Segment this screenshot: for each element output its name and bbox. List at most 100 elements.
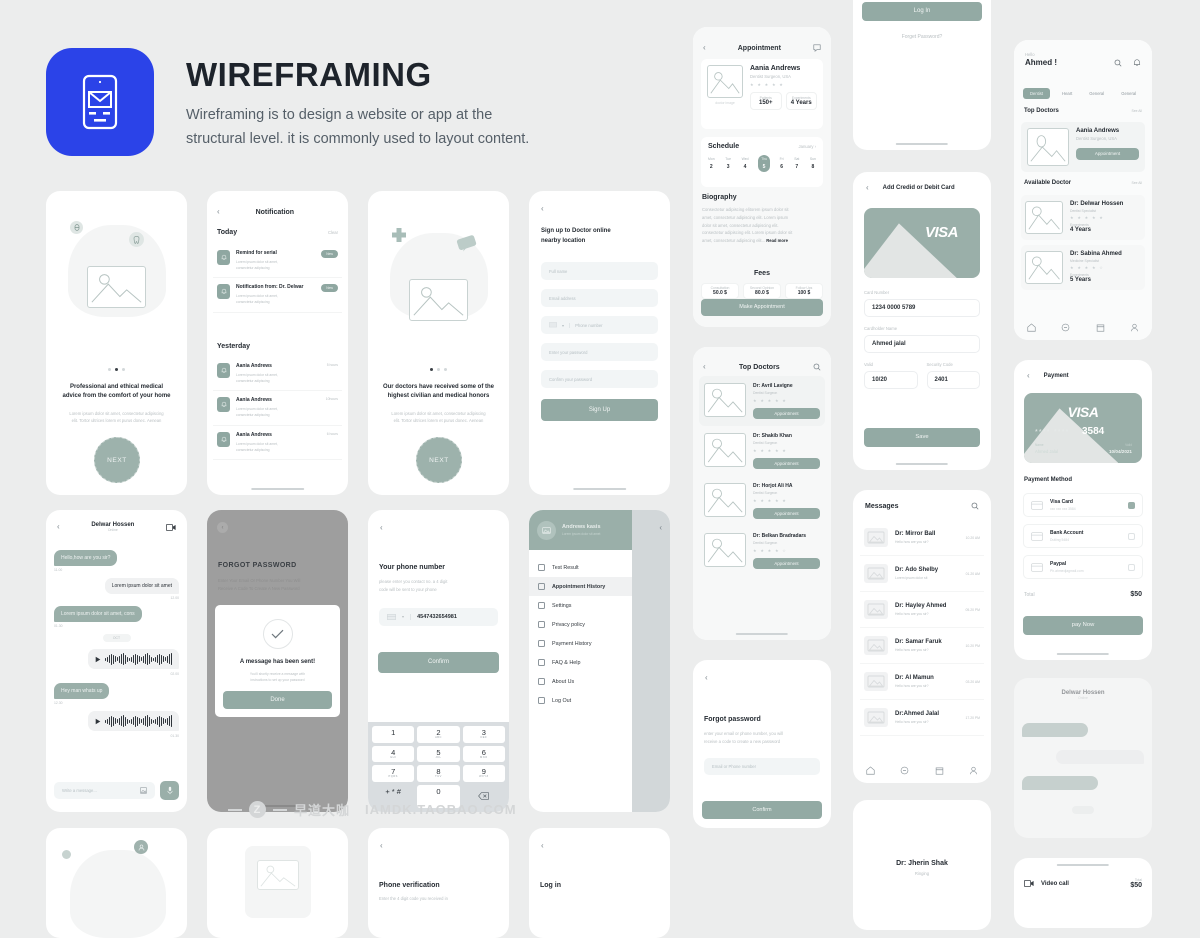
chat-audio-message[interactable] [54, 711, 179, 731]
key-3[interactable]: 3 DEF [462, 726, 505, 743]
chat-bubble[interactable]: Hello,how are you sir? [54, 550, 118, 566]
key-6[interactable]: 6 MNO [462, 745, 505, 763]
message-input[interactable]: Write a message... [54, 782, 155, 799]
key-1[interactable]: 1 [372, 726, 415, 743]
list-item[interactable]: Remind for serial Lorem ipsum dolor sit … [213, 244, 342, 279]
signup-button[interactable]: Sign Up [541, 399, 658, 421]
confirm-button[interactable]: Confirm [378, 652, 499, 673]
calendar-icon[interactable] [1096, 323, 1105, 332]
radio-unselected[interactable] [1128, 563, 1135, 571]
category-tab[interactable]: General [1116, 88, 1141, 99]
play-icon[interactable] [95, 718, 101, 725]
message-row[interactable]: Dr:Ahmed Jalal Hello how are you sir? 17… [860, 700, 984, 736]
key-8[interactable]: 8 TUV [417, 765, 460, 783]
country-chevron-icon[interactable]: ▾ [402, 614, 404, 619]
home-icon[interactable] [1027, 323, 1036, 332]
carousel-dots[interactable] [368, 368, 509, 371]
key-9[interactable]: 9 WXYZ [462, 765, 505, 783]
search-icon[interactable] [971, 502, 979, 510]
confirm-button[interactable]: Confirm [702, 801, 822, 819]
valid-input[interactable]: 10/20 [864, 371, 918, 389]
chat-icon[interactable] [900, 766, 909, 775]
done-button[interactable]: Done [223, 691, 332, 709]
radio-selected[interactable] [1128, 501, 1135, 509]
schedule-day[interactable]: Tue 3 [725, 157, 731, 170]
appointment-button[interactable]: Appointment [753, 558, 820, 569]
menu-item-privacy-policy[interactable]: Privacy policy [529, 615, 632, 634]
email-or-phone-input[interactable]: Email or Phone number [704, 757, 820, 775]
menu-item-about-us[interactable]: About Us [529, 672, 632, 691]
message-row[interactable]: Dr: Hayley Ahmed Hello how are you sir? … [860, 592, 984, 628]
bell-icon[interactable] [1133, 58, 1141, 67]
input-full name[interactable]: Full name [541, 262, 658, 280]
pay-now-button[interactable]: pay Now [1023, 616, 1143, 635]
profile-icon[interactable] [969, 766, 978, 775]
dot-2[interactable] [444, 368, 447, 371]
key-5[interactable]: 5 JKL [417, 745, 460, 763]
month-selector[interactable]: January › [799, 144, 816, 149]
doctor-card[interactable]: Dr: Delwar Hossen Dentist Specialist ★ ★… [1021, 195, 1145, 240]
doctor-card[interactable]: Dr: Shakib Khan Dentist Surgeon ★ ★ ★ ★ … [699, 426, 825, 476]
list-item[interactable]: Notification from: Dr. Delwar Lorem ipsu… [213, 278, 342, 313]
schedule-day[interactable]: Sat 7 [794, 157, 799, 170]
chat-icon[interactable] [813, 44, 821, 52]
search-icon[interactable] [1114, 59, 1122, 67]
back-icon[interactable]: ‹ [380, 842, 383, 850]
chat-bubble[interactable]: Lorem ipsum dolor sit amet [104, 578, 179, 594]
input-phone number[interactable]: ▾ Phone number [541, 316, 658, 334]
cardholder-input[interactable]: Ahmed jalal [864, 335, 980, 353]
back-icon[interactable]: ‹ [1027, 372, 1030, 380]
drawer-user[interactable]: Andrews kasis Lorem ipsum dolor sit amet [529, 510, 632, 550]
microphone-button[interactable] [160, 781, 179, 800]
doctor-card[interactable]: Dr: Avril Lavigne Dentist Surgeon ★ ★ ★ … [699, 376, 825, 426]
phone-input[interactable]: ▾ 4547432654981 [379, 607, 498, 626]
doctor-card[interactable]: Dr: Sabina Ahmed Medicine Specialist ★ ★… [1021, 245, 1145, 290]
close-drawer-icon[interactable]: ‹ [659, 524, 662, 532]
list-item[interactable]: Aania Andrews Lorem ipsum dolor sit amet… [213, 391, 342, 426]
dot-1[interactable] [437, 368, 440, 371]
message-row[interactable]: Dr: Al Mamun Hello how are you sir? 03.2… [860, 664, 984, 700]
back-icon[interactable]: ‹ [541, 842, 544, 850]
message-row[interactable]: Dr: Mirror Ball Hello how are you sir? 1… [860, 520, 984, 556]
card-number-input[interactable]: 1234 0000 5789 [864, 299, 980, 317]
forgot-password-link[interactable]: Forget Password? [853, 34, 991, 40]
profile-icon[interactable] [1130, 323, 1139, 332]
search-icon[interactable] [813, 363, 821, 371]
payment-method-row[interactable]: Paypal Ph.ahmedjagmail.com [1023, 555, 1143, 579]
back-icon[interactable]: ‹ [57, 523, 60, 531]
dot-0[interactable] [430, 368, 433, 371]
key-7[interactable]: 7 PQRS [372, 765, 415, 783]
see-all-top[interactable]: See All [1131, 109, 1142, 113]
dot-2[interactable] [122, 368, 125, 371]
clear-button[interactable]: Clear [328, 230, 338, 235]
input-enter your password[interactable]: Enter your password [541, 343, 658, 361]
payment-method-row[interactable]: Visa Card xxx xxx xxx 3584 [1023, 493, 1143, 517]
back-icon[interactable]: ‹ [703, 44, 706, 52]
login-button[interactable]: Log In [862, 2, 982, 21]
image-icon[interactable] [140, 787, 147, 794]
schedule-day[interactable]: Wed 4 [742, 157, 749, 170]
key-2[interactable]: 2 ABC [417, 726, 460, 743]
back-icon[interactable]: ‹ [380, 524, 383, 532]
back-icon[interactable]: ‹ [703, 363, 706, 371]
back-icon[interactable]: ‹ [217, 522, 228, 533]
appointment-button[interactable]: Appointment [753, 458, 820, 469]
back-icon[interactable]: ‹ [705, 674, 708, 682]
radio-unselected[interactable] [1128, 532, 1135, 540]
menu-item-settings[interactable]: Settings [529, 596, 632, 615]
back-icon[interactable]: ‹ [866, 184, 869, 192]
see-all-available[interactable]: See All [1131, 181, 1142, 185]
back-icon[interactable]: ‹ [541, 205, 544, 213]
dot-0[interactable] [108, 368, 111, 371]
chevron-down-icon[interactable]: ▾ [562, 323, 564, 328]
menu-item-test-result[interactable]: Test Result [529, 558, 632, 577]
category-tab[interactable]: Dentist [1023, 88, 1051, 99]
input-email address[interactable]: Email address [541, 289, 658, 307]
doctor-card[interactable]: Dr: Horjot Ali HA Dentist Surgeon ★ ★ ★ … [699, 476, 825, 526]
chat-bubble[interactable]: Lorem ipsum dolor sit amet, cons [54, 606, 142, 622]
appointment-button[interactable]: Appointment [753, 408, 820, 419]
calendar-icon[interactable] [935, 766, 944, 775]
doctor-card[interactable]: Dr: Belkan Bradradars Dentist Surgeon ★ … [699, 526, 825, 576]
list-item[interactable]: Aania Andrews Lorem ipsum dolor sit amet… [213, 426, 342, 460]
read-more-link[interactable]: Read more [766, 238, 788, 243]
